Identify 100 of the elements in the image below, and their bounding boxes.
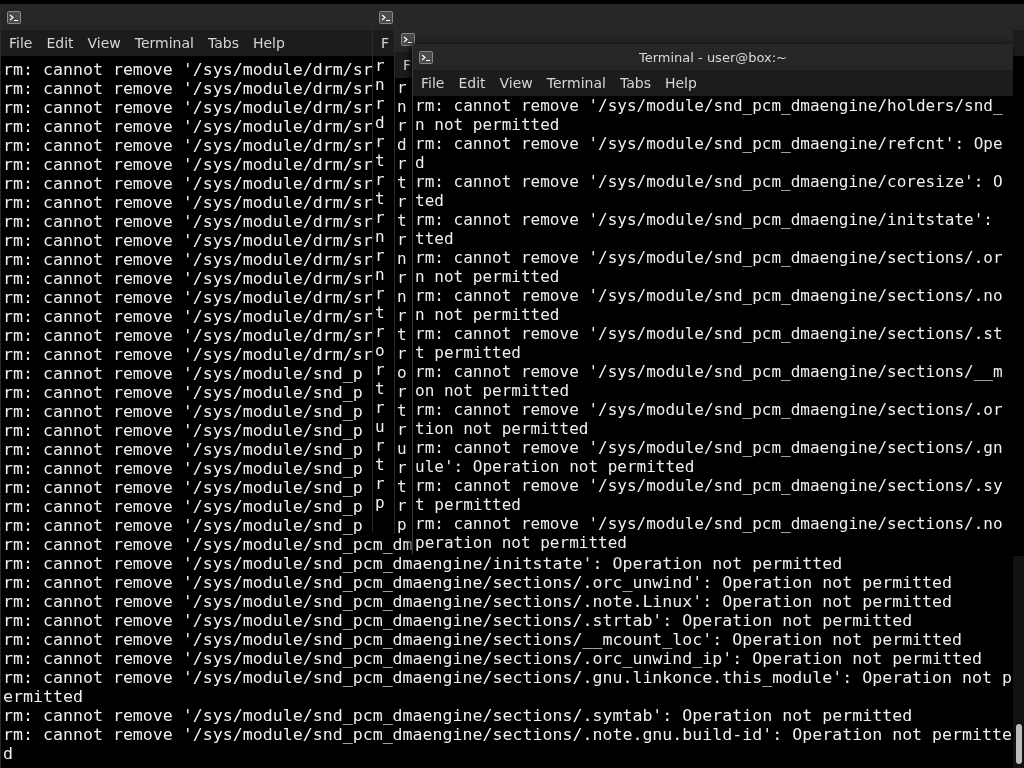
menu-item[interactable]: Tabs [201,33,247,53]
terminal-line: d [397,135,407,154]
scrollbar-thumb[interactable] [1016,724,1022,764]
terminal-line: ule': Operation not permitted [415,457,695,476]
terminal-line: ted [415,191,444,210]
terminal-line: rm: cannot remove '/sys/module/drm/sr [3,326,373,345]
terminal-line: rm: cannot remove '/sys/module/drm/sr [3,307,373,326]
terminal-line: rm: cannot remove '/sys/module/snd_pcm_dmaengine/holders/snd_ [415,96,1003,115]
terminal-line: p [397,515,407,534]
terminal-line: rm: cannot remove '/sys/module/snd_pcm_dmaengine/sections/__mcount_loc': Operation not permitted [3,630,963,649]
terminal-line: rm: cannot remove '/sys/module/drm/sr [3,345,373,364]
terminal-line: rm: cannot remove '/sys/module/snd_pcm_dmaengine/sections/.orc_unwind_ip': Operation not permitted [3,649,983,668]
terminal-line: rm: cannot remove '/sys/module/snd_pcm_dmaengine/sections/.gn [415,438,1003,457]
terminal-line: rm: cannot remove '/sys/module/drm/sr [3,212,373,231]
terminal-line: rm: cannot remove '/sys/module/drm/sr [3,269,373,288]
terminal-line: d [375,113,385,132]
menu-item[interactable]: View [81,33,129,53]
terminal-line: rm: cannot remove '/sys/module/snd_pcm_dmaengine/refcnt': Ope [415,134,1003,153]
terminal-line: r [375,284,385,303]
terminal-line: rm: cannot remove '/sys/module/drm/sr [3,174,373,193]
terminal-line: rm: cannot remove '/sys/module/drm/sr [3,98,373,117]
terminal-line: tted [415,229,454,248]
terminal-line: rm: cannot remove '/sys/module/drm/sr [3,79,373,98]
terminal-line: t [375,379,385,398]
scrollbar[interactable] [1013,556,1024,768]
terminal-line: rm: cannot remove '/sys/module/snd_pcm_dmaengine/sections/.or [415,248,1003,267]
menu-item[interactable]: File [415,73,453,93]
terminal-line: rm: cannot remove '/sys/module/drm/sr [3,155,373,174]
terminal-line: r [397,344,407,363]
terminal-line: r [397,496,407,515]
terminal-line: rm: cannot remove '/sys/module/snd_pcm_dmaengine/sections/.no [415,286,1003,305]
terminal-line: r [397,78,407,97]
terminal-line: rm: cannot remove '/sys/module/drm/sr [3,250,373,269]
terminal-line: t [397,325,407,344]
terminal-icon [7,10,21,24]
menu-item[interactable]: Terminal [540,73,614,93]
menu-item[interactable]: F [397,55,412,75]
terminal-line: n not permitted [415,115,560,134]
menu-item[interactable]: Edit [452,73,494,93]
terminal-line: rm: cannot remove '/sys/module/snd_p [3,421,363,440]
menu-item[interactable]: Help [246,33,293,53]
terminal-line: rm: cannot remove '/sys/module/snd_p [3,459,363,478]
terminal-line: rm: cannot remove '/sys/module/snd_pcm_dmaengine/sections/.note.gnu.build-id': Operation not permitte [3,725,1013,744]
terminal-line: o [375,341,385,360]
terminal-line: t [397,401,407,420]
terminal-line: r [375,322,385,341]
terminal-line: n [375,75,385,94]
terminal-line: r [397,382,407,401]
terminal-line: rm: cannot remove '/sys/module/snd_pcm_dmaengine/sections/.st [415,324,1003,343]
terminal-line: ermitted [3,687,83,706]
terminal-line: t [375,189,385,208]
terminal-line: t [375,151,385,170]
menu-item[interactable]: F [375,33,390,53]
terminal-line: rm: cannot remove '/sys/module/snd_p [3,516,363,535]
menu-item[interactable]: File [3,33,41,53]
terminal-line: r [397,268,407,287]
terminal-line: tion not permitted [415,419,589,438]
terminal-line: rm: cannot remove '/sys/module/snd_pcm_dmaengine/sections/.no [415,514,1003,533]
terminal-line: rm: cannot remove '/sys/module/drm/sr [3,117,373,136]
terminal-line: n [397,249,407,268]
terminal-line: n not permitted [415,267,560,286]
terminal-line: rm: cannot remove '/sys/module/drm/sr [3,60,373,79]
terminal-line: rm: cannot remove '/sys/module/drm/sr [3,193,373,212]
terminal-line: r [397,230,407,249]
terminal-line: rm: cannot remove '/sys/module/snd_pcm_dmaengine/sections/.strtab': Operation not permitted [3,611,913,630]
terminal-line: r [375,170,385,189]
window-title: Terminal - user@box:~ [638,49,788,65]
terminal-line: rm: cannot remove '/sys/module/snd_pcm_dmaengine/initstate': [415,210,993,229]
menu-item[interactable]: Edit [40,33,82,53]
menu-item[interactable]: Help [658,73,705,93]
menu-item[interactable]: Terminal [128,33,202,53]
menu-item[interactable]: Tabs [613,73,659,93]
terminal-line: r [397,192,407,211]
terminal-line: r [397,154,407,173]
terminal-line: n [375,227,385,246]
terminal-line: rm: cannot remove '/sys/module/snd_pcm_dmaengine/sections/__m [415,362,1003,381]
terminal-line: t [375,455,385,474]
terminal-line: u [397,439,407,458]
terminal-line: n [375,265,385,284]
terminal-line: r [375,208,385,227]
terminal-line: n [397,97,407,116]
terminal-line: t [397,477,407,496]
terminal-line: r [375,360,385,379]
terminal-line: t permitted [415,495,521,514]
terminal-icon [379,10,393,24]
terminal-line: d [415,153,425,172]
terminal-line: p [375,493,385,512]
terminal-line: n not permitted [415,305,560,324]
menu-item[interactable]: View [493,73,541,93]
terminal-line: rm: cannot remove '/sys/module/drm/sr [3,288,373,307]
terminal-line: r [375,436,385,455]
terminal-icon [419,50,433,64]
terminal-line: r [375,246,385,265]
terminal-line: rm: cannot remove '/sys/module/snd_pcm_dmaengine/initstate': Operation not permitted [3,554,843,573]
terminal-line: rm: cannot remove '/sys/module/snd_pcm_dmaengine/sections/.or [415,400,1003,419]
terminal-line: rm: cannot remove '/sys/module/snd_pcm_dmaengine/sections/.orc_unwind': Operation not permitted [3,573,953,592]
terminal-line: n [397,287,407,306]
terminal-icon [401,32,415,46]
terminal-line: t [397,211,407,230]
terminal-line: rm: cannot remove '/sys/module/drm/sr [3,136,373,155]
